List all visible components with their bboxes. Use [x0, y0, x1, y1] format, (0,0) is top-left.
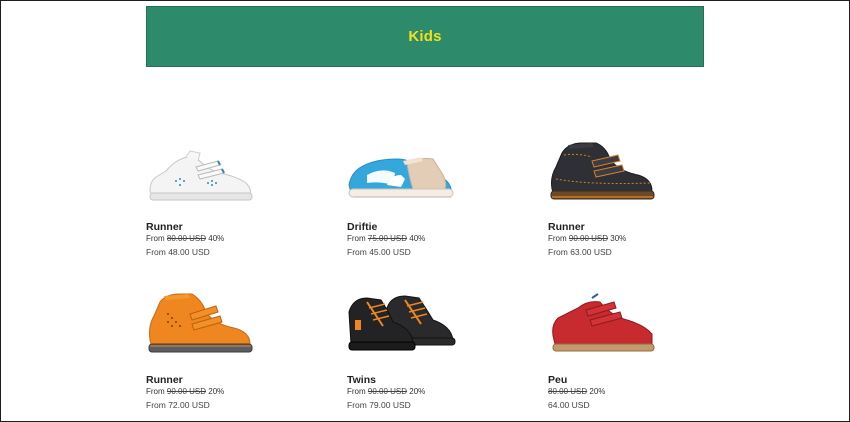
- product-image-black-twin-boots[interactable]: [347, 290, 457, 368]
- sale-price: 64.00 USD: [548, 400, 590, 410]
- category-banner: Kids: [146, 6, 704, 67]
- product-original-price-line: From 80.00 USD 40%: [146, 234, 296, 243]
- product-card[interactable]: Twins From 90.00 USD 20% From 79.00 USD: [347, 290, 497, 410]
- product-image-orange-boot[interactable]: [146, 290, 256, 368]
- sale-price: From 63.00 USD: [548, 247, 612, 257]
- original-price: 90.00 USD: [568, 234, 609, 243]
- category-title: Kids: [408, 28, 442, 45]
- sale-price: From 45.00 USD: [347, 247, 411, 257]
- from-label: From: [146, 387, 165, 396]
- product-original-price-line: From 90.00 USD 20%: [347, 387, 497, 396]
- discount-percent: 40%: [208, 234, 225, 243]
- product-name[interactable]: Runner: [548, 221, 698, 233]
- discount-percent: 20%: [208, 387, 225, 396]
- sale-price: From 79.00 USD: [347, 400, 411, 410]
- product-image-blue-sneaker[interactable]: [347, 145, 457, 215]
- product-name[interactable]: Runner: [146, 374, 296, 386]
- product-card[interactable]: Peu 80.00 USD 20% 64.00 USD: [548, 290, 698, 410]
- from-label: From: [347, 387, 366, 396]
- product-image-red-shoe[interactable]: [548, 290, 658, 368]
- product-image-white-sneaker[interactable]: [146, 145, 256, 215]
- from-label: From: [548, 234, 567, 243]
- sale-price: From 48.00 USD: [146, 247, 210, 257]
- from-label: From: [146, 234, 165, 243]
- product-card[interactable]: Runner From 90.00 USD 30% From 63.00 USD: [548, 137, 698, 257]
- product-name[interactable]: Peu: [548, 374, 698, 386]
- product-card[interactable]: Driftie From 75.00 USD 40% From 45.00 US…: [347, 145, 497, 257]
- product-name[interactable]: Driftie: [347, 221, 497, 233]
- product-original-price-line: From 75.00 USD 40%: [347, 234, 497, 243]
- product-original-price-line: From 90.00 USD 30%: [548, 234, 698, 243]
- discount-percent: 30%: [610, 234, 627, 243]
- original-price: 75.00 USD: [367, 234, 408, 243]
- product-name[interactable]: Twins: [347, 374, 497, 386]
- from-label: From: [347, 234, 366, 243]
- original-price: 80.00 USD: [166, 234, 207, 243]
- product-image-dark-boot[interactable]: [548, 137, 658, 215]
- product-original-price-line: From 90.00 USD 20%: [146, 387, 296, 396]
- original-price: 80.00 USD: [548, 387, 588, 396]
- discount-percent: 20%: [409, 387, 426, 396]
- discount-percent: 20%: [589, 387, 606, 396]
- product-card[interactable]: Runner From 90.00 USD 20% From 72.00 USD: [146, 290, 296, 410]
- discount-percent: 40%: [409, 234, 426, 243]
- product-card[interactable]: Runner From 80.00 USD 40% From 48.00 USD: [146, 145, 296, 257]
- original-price: 90.00 USD: [166, 387, 207, 396]
- product-name[interactable]: Runner: [146, 221, 296, 233]
- sale-price: From 72.00 USD: [146, 400, 210, 410]
- product-original-price-line: 80.00 USD 20%: [548, 387, 698, 396]
- original-price: 90.00 USD: [367, 387, 408, 396]
